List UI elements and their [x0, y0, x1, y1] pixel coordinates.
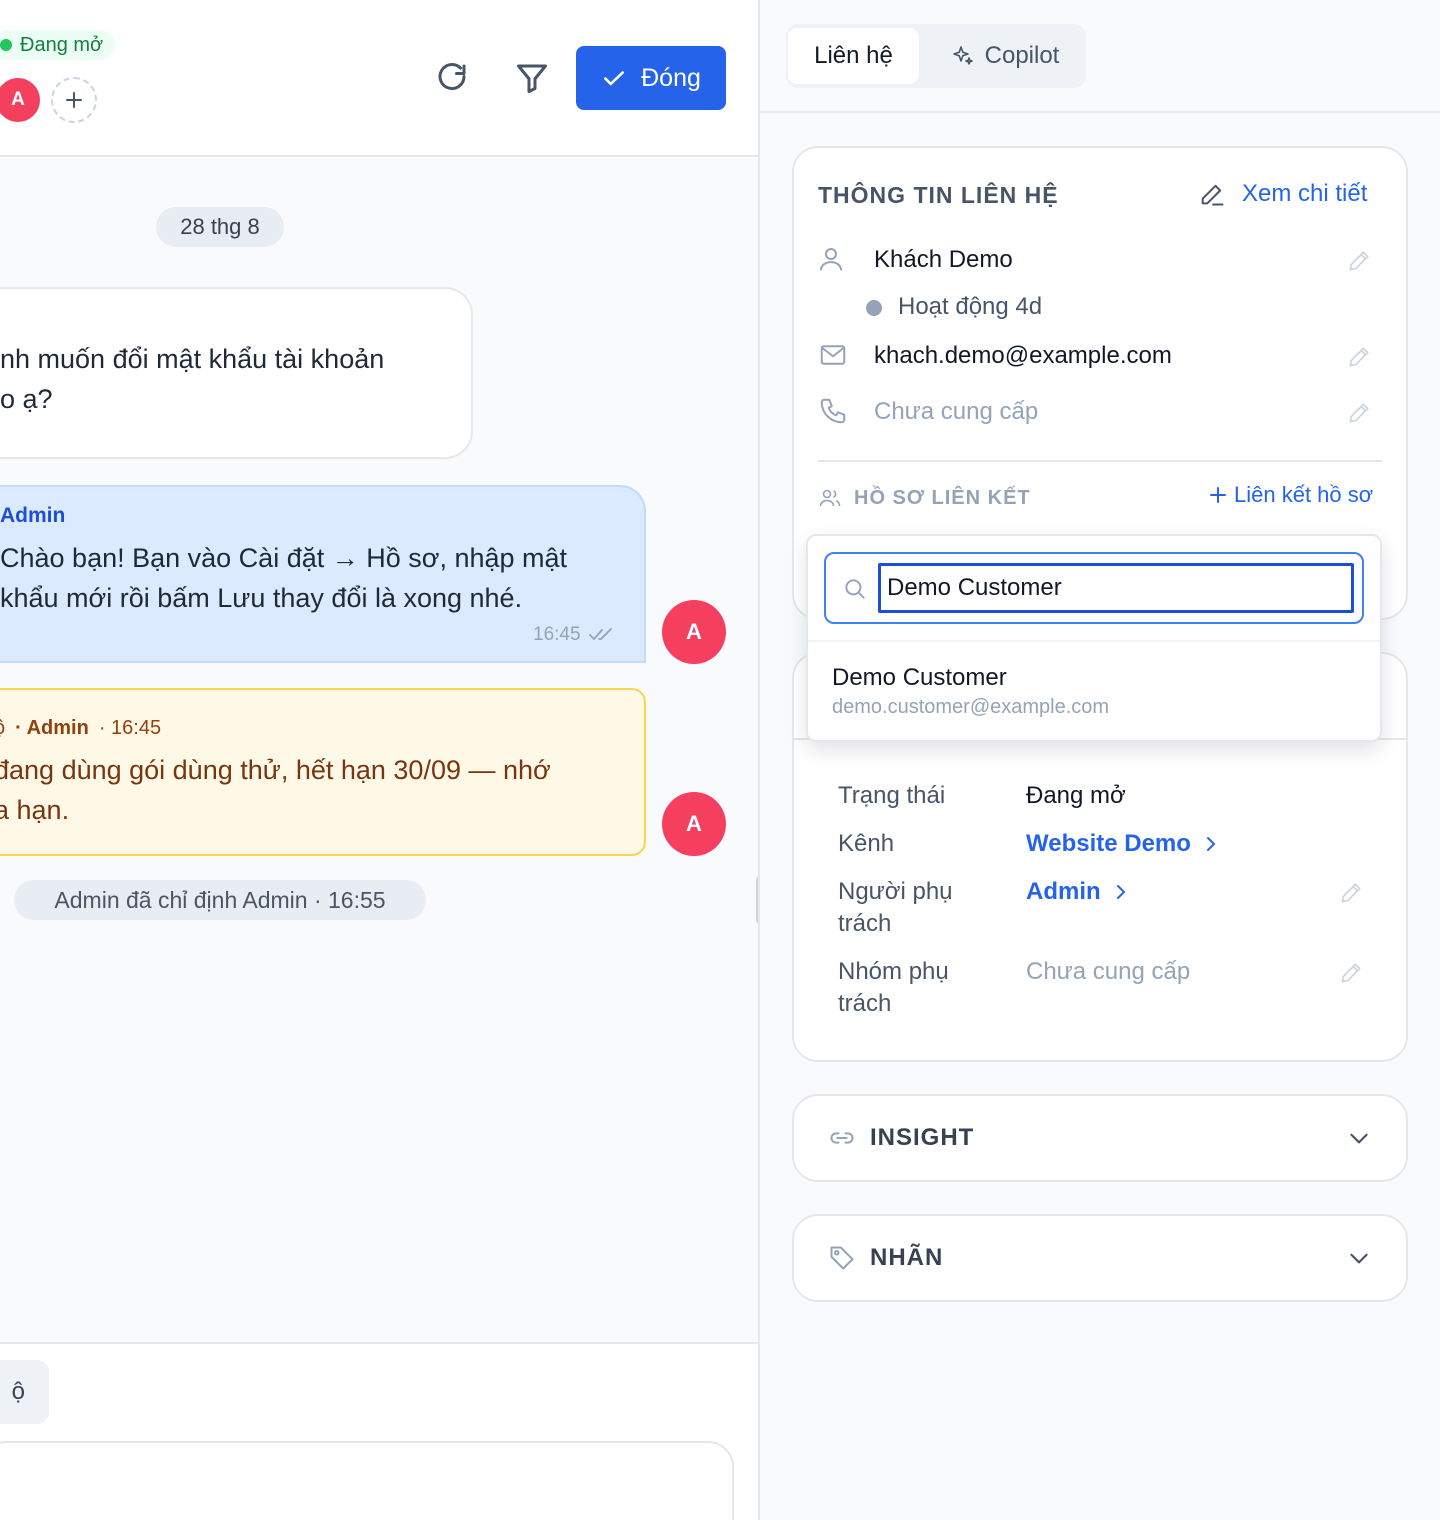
note-sender: · Admin — [15, 717, 89, 739]
chevron-down-icon — [1350, 1253, 1368, 1264]
close-button-label: Đóng — [641, 63, 701, 92]
note-text: đang dùng gói dùng thử, hết hạn 30/09 — … — [0, 755, 551, 825]
check-icon — [604, 71, 625, 86]
view-details-link[interactable]: Xem chi tiết — [1198, 180, 1367, 208]
note-meta: ộ · Admin · 16:45 — [0, 717, 161, 740]
insight-section[interactable]: INSIGHT — [792, 1094, 1408, 1182]
plus-icon — [1210, 487, 1226, 503]
search-result-name[interactable]: Demo Customer — [832, 664, 1007, 692]
view-details-label: Xem chi tiết — [1242, 180, 1368, 207]
divider — [818, 460, 1382, 462]
channel-link[interactable]: Website Demo — [1026, 828, 1217, 860]
note-time: · 16:45 — [98, 717, 162, 739]
link-icon — [830, 1132, 854, 1144]
chevron-right-icon — [1116, 885, 1126, 899]
plus-icon — [66, 92, 82, 108]
team-label: Nhóm phụ trách — [838, 958, 949, 1017]
message-time: 16:45 — [533, 624, 581, 645]
filter-button[interactable] — [510, 56, 554, 100]
edit-icon[interactable] — [1346, 344, 1372, 370]
status-badge: Đang mở — [0, 30, 116, 60]
phone-icon — [820, 398, 846, 424]
user-icon — [820, 248, 842, 271]
tags-title: NHÃN — [870, 1244, 944, 1271]
status-value: Đang mở — [1026, 782, 1126, 809]
link-profile-button[interactable]: Liên kết hồ sơ — [1208, 482, 1373, 508]
message-composer[interactable] — [0, 1441, 734, 1520]
link-profile-label: Liên kết hồ sơ — [1234, 482, 1374, 507]
tags-section[interactable]: NHÃN — [792, 1214, 1408, 1302]
divider — [808, 640, 1380, 642]
message-text: Chào bạn! Bạn vào Cài đặt → Hồ sơ, nhập … — [0, 543, 568, 613]
team-value: Chưa cung cấp — [1026, 958, 1191, 985]
assignee-label: Người phụ trách — [838, 878, 953, 937]
private-note-tab[interactable]: ộ — [0, 1360, 49, 1424]
status-text: Đang mở — [20, 33, 104, 56]
edit-icon[interactable] — [1338, 960, 1364, 986]
chevron-right-icon — [1206, 837, 1216, 851]
sparkle-icon — [952, 46, 973, 65]
double-check-icon — [588, 628, 612, 640]
activity-message: Admin đã chỉ định Admin · 16:55 — [14, 880, 426, 920]
users-icon — [819, 489, 841, 507]
tag-icon — [830, 1246, 854, 1270]
agent-avatar[interactable]: A — [662, 792, 726, 856]
linked-profiles-title: HỒ SƠ LIÊN KẾT — [854, 486, 1031, 509]
agent-avatar[interactable]: A — [662, 600, 726, 664]
channel-value: Website Demo — [1026, 830, 1191, 857]
mail-icon — [820, 345, 846, 365]
note-prefix: ộ — [0, 717, 5, 740]
refresh-icon — [438, 63, 466, 90]
contact-email: khach.demo@example.com — [874, 342, 1172, 369]
tab-contact[interactable]: Liên hệ — [788, 28, 919, 84]
message-sender: Admin — [0, 504, 66, 527]
insight-title: INSIGHT — [870, 1124, 975, 1151]
contact-name: Khách Demo — [874, 246, 1013, 273]
filter-icon — [517, 64, 547, 93]
contact-info-heading: THÔNG TIN LIÊN HỆ — [818, 182, 1059, 208]
tab-copilot-label: Copilot — [984, 42, 1060, 69]
tab-copilot[interactable]: Copilot — [930, 28, 1080, 84]
search-result-email[interactable]: demo.customer@example.com — [832, 696, 1109, 719]
date-divider: 28 thg 8 — [156, 207, 284, 247]
refresh-button[interactable] — [430, 56, 474, 100]
search-input[interactable] — [878, 563, 1354, 613]
linked-profiles-heading: HỒ SƠ LIÊN KẾT — [818, 486, 1031, 510]
edit-icon[interactable] — [1346, 400, 1372, 426]
contact-phone: Chưa cung cấp — [874, 398, 1039, 425]
contact-presence: Hoạt động 4d — [898, 293, 1043, 320]
chevron-down-icon — [1350, 1133, 1368, 1144]
incoming-message: nh muốn đổi mật khẩu tài khoản o ạ? — [0, 287, 473, 459]
edit-icon[interactable] — [1346, 248, 1372, 274]
add-participant-button[interactable] — [51, 77, 97, 123]
channel-label: Kênh — [838, 830, 895, 857]
assignee-value: Admin — [1026, 878, 1101, 905]
edit-icon — [1201, 184, 1224, 206]
search-icon — [845, 579, 865, 599]
message-timestamp: 16:45 — [533, 624, 613, 646]
assignee-link[interactable]: Admin — [1026, 876, 1127, 908]
close-conversation-button[interactable]: Đóng — [576, 46, 726, 110]
presence-dot — [866, 300, 882, 316]
status-label: Trạng thái — [838, 782, 946, 809]
edit-icon[interactable] — [1338, 880, 1364, 906]
status-dot — [0, 39, 12, 51]
